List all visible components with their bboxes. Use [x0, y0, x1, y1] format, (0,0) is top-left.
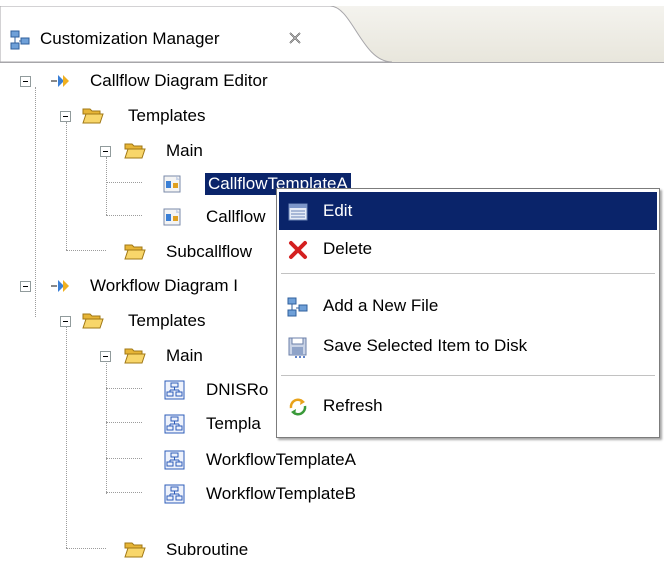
tree-item-label: Callflow — [206, 207, 266, 226]
tree-item-label: Templa — [206, 414, 261, 433]
menu-item-label: Refresh — [323, 396, 383, 415]
tree-item-label: Templates — [128, 311, 206, 330]
folder-open-icon — [82, 108, 104, 124]
collapse-toggle[interactable] — [20, 281, 31, 292]
tree-item-callflow-main[interactable]: Main — [0, 134, 300, 168]
tree-item-label: Main — [166, 141, 203, 160]
edit-icon — [288, 203, 308, 221]
menu-item-label: Save Selected Item to Disk — [323, 336, 528, 355]
folder-open-icon — [82, 313, 104, 329]
folder-open-icon — [124, 143, 146, 159]
context-menu: Edit Delete Add a New File Save Selected… — [276, 188, 660, 438]
workflow-template-icon — [164, 414, 185, 434]
menu-item-save-to-disk[interactable]: Save Selected Item to Disk — [279, 327, 657, 365]
close-icon[interactable] — [287, 30, 303, 46]
tree-item-workflow-templates[interactable]: Templates — [0, 304, 300, 338]
folder-open-icon — [124, 348, 146, 364]
menu-item-add-new-file[interactable]: Add a New File — [279, 287, 657, 325]
tree-item-callflow-editor[interactable]: Callflow Diagram Editor — [0, 64, 400, 98]
menu-item-refresh[interactable]: Refresh — [279, 387, 657, 425]
menu-item-delete[interactable]: Delete — [279, 230, 657, 268]
folder-open-icon — [124, 244, 146, 260]
workflow-template-icon — [164, 484, 185, 504]
tree-item-subroutine[interactable]: Subroutine — [0, 533, 300, 567]
tree-item-label: Subcallflow — [166, 242, 252, 261]
tree-item-label: Templates — [128, 106, 206, 125]
collapse-toggle[interactable] — [100, 351, 111, 362]
workflow-template-icon — [164, 450, 185, 470]
diagram-editor-icon — [51, 280, 69, 292]
tree-item-workflow-main[interactable]: Main — [0, 339, 300, 373]
customization-manager-icon — [10, 30, 30, 50]
callflow-template-icon — [163, 175, 181, 193]
menu-item-label: Add a New File — [323, 296, 439, 315]
tree-item-workflow-editor[interactable]: Workflow Diagram I — [0, 269, 300, 303]
menu-item-label: Edit — [323, 201, 353, 220]
callflow-template-icon — [163, 208, 181, 226]
menu-separator — [281, 273, 655, 274]
tree-item-templa[interactable]: Templa — [0, 407, 300, 441]
tree-item-label: Callflow Diagram Editor — [90, 71, 268, 90]
folder-open-icon — [124, 542, 146, 558]
refresh-icon — [289, 398, 307, 416]
save-disk-icon — [288, 337, 307, 358]
tree-item-label: Main — [166, 346, 203, 365]
collapse-toggle[interactable] — [20, 76, 31, 87]
tree-item-callflow-templates[interactable]: Templates — [0, 99, 300, 133]
collapse-toggle[interactable] — [100, 146, 111, 157]
menu-item-label: Delete — [323, 239, 373, 258]
view-tab-bar: Customization Manager — [0, 0, 664, 63]
delete-icon — [289, 241, 307, 259]
tab-title: Customization Manager — [40, 29, 220, 48]
add-file-icon — [287, 297, 308, 317]
collapse-toggle[interactable] — [60, 316, 71, 327]
tree-item-dnis[interactable]: DNISRo — [0, 373, 300, 407]
menu-item-edit[interactable]: Edit — [279, 192, 657, 230]
tree-item-label: WorkflowTemplateA — [206, 450, 356, 469]
tree-item-label: Workflow Diagram I — [90, 276, 238, 295]
diagram-editor-icon — [51, 75, 69, 87]
tree-item-subcallflow[interactable]: Subcallflow — [0, 235, 300, 269]
tree-item-label: DNISRo — [206, 380, 269, 399]
menu-separator — [281, 375, 655, 376]
collapse-toggle[interactable] — [60, 111, 71, 122]
tree-item-label: Subroutine — [166, 540, 249, 559]
tree-item-workflow-template-b[interactable]: WorkflowTemplateB — [0, 477, 420, 511]
tree-item-workflow-template-a[interactable]: WorkflowTemplateA — [0, 443, 420, 477]
workflow-template-icon — [164, 380, 185, 400]
tree-item-label: WorkflowTemplateB — [206, 484, 356, 503]
tree-item-callflow-template-b[interactable]: Callflow — [0, 200, 300, 234]
